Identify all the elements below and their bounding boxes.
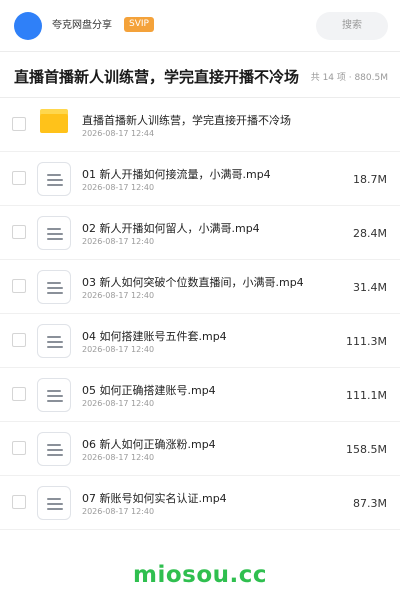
file-name: 03 新人如何突破个位数直播间，小满哥.mp4 bbox=[82, 276, 304, 289]
list-item[interactable]: 07 新账号如何实名认证.mp4 2026-08-17 12:40 87.3M bbox=[0, 476, 400, 530]
row-checkbox[interactable] bbox=[12, 441, 26, 455]
list-item[interactable]: 03 新人如何突破个位数直播间，小满哥.mp4 2026-08-17 12:40… bbox=[0, 260, 400, 314]
file-date: 2026-08-17 12:40 bbox=[82, 399, 155, 408]
file-date: 2026-08-17 12:40 bbox=[82, 453, 155, 462]
avatar[interactable] bbox=[14, 12, 42, 40]
list-item[interactable]: 04 如何搭建账号五件套.mp4 2026-08-17 12:40 111.3M bbox=[0, 314, 400, 368]
list-item[interactable]: 06 新人如何正确涨粉.mp4 2026-08-17 12:40 158.5M bbox=[0, 422, 400, 476]
row-checkbox[interactable] bbox=[12, 171, 26, 185]
file-date: 2026-08-17 12:40 bbox=[82, 507, 155, 516]
svip-badge: SVIP bbox=[124, 17, 154, 32]
file-name: 直播首播新人训练营，学完直接开播不冷场 bbox=[82, 114, 291, 127]
file-name: 05 如何正确搭建账号.mp4 bbox=[82, 384, 216, 397]
row-checkbox[interactable] bbox=[12, 495, 26, 509]
file-date: 2026-08-17 12:40 bbox=[82, 291, 155, 300]
row-checkbox[interactable] bbox=[12, 333, 26, 347]
search-input[interactable]: 搜索 bbox=[316, 12, 388, 40]
row-checkbox[interactable] bbox=[12, 225, 26, 239]
folder-icon bbox=[40, 109, 68, 133]
file-size: 87.3M bbox=[353, 497, 387, 510]
list-item[interactable]: 05 如何正确搭建账号.mp4 2026-08-17 12:40 111.1M bbox=[0, 368, 400, 422]
video-file-icon bbox=[37, 324, 71, 358]
page-title: 直播首播新人训练营，学完直接开播不冷场 bbox=[14, 68, 300, 86]
file-date: 2026-08-17 12:44 bbox=[82, 129, 155, 138]
brand-name: 夸克网盘分享 bbox=[52, 20, 112, 31]
file-date: 2026-08-17 12:40 bbox=[82, 237, 155, 246]
list-item[interactable]: 01 新人开播如何接流量，小满哥.mp4 2026-08-17 12:40 18… bbox=[0, 152, 400, 206]
video-file-icon bbox=[37, 486, 71, 520]
header-bar: 夸克网盘分享 SVIP 搜索 bbox=[0, 0, 400, 52]
file-date: 2026-08-17 12:40 bbox=[82, 183, 155, 192]
file-name: 02 新人开播如何留人，小满哥.mp4 bbox=[82, 222, 260, 235]
video-file-icon bbox=[37, 162, 71, 196]
site-watermark: miosou.cc bbox=[132, 562, 268, 588]
file-size: 28.4M bbox=[353, 227, 387, 240]
row-checkbox[interactable] bbox=[12, 117, 26, 131]
file-name: 01 新人开播如何接流量，小满哥.mp4 bbox=[82, 168, 271, 181]
file-size: 111.1M bbox=[346, 389, 387, 402]
row-checkbox[interactable] bbox=[12, 279, 26, 293]
row-checkbox[interactable] bbox=[12, 387, 26, 401]
file-size: 158.5M bbox=[346, 443, 387, 456]
video-file-icon bbox=[37, 432, 71, 466]
video-file-icon bbox=[37, 378, 71, 412]
file-name: 04 如何搭建账号五件套.mp4 bbox=[82, 330, 227, 343]
video-file-icon bbox=[37, 270, 71, 304]
file-date: 2026-08-17 12:40 bbox=[82, 345, 155, 354]
video-file-icon bbox=[37, 216, 71, 250]
list-item[interactable]: 02 新人开播如何留人，小满哥.mp4 2026-08-17 12:40 28.… bbox=[0, 206, 400, 260]
file-name: 07 新账号如何实名认证.mp4 bbox=[82, 492, 227, 505]
file-name: 06 新人如何正确涨粉.mp4 bbox=[82, 438, 216, 451]
item-count-size: 共 14 项 · 880.5M bbox=[310, 73, 388, 83]
title-bar: 直播首播新人训练营，学完直接开播不冷场 共 14 项 · 880.5M bbox=[0, 52, 400, 98]
list-item[interactable]: 直播首播新人训练营，学完直接开播不冷场 2026-08-17 12:44 bbox=[0, 98, 400, 152]
share-page: 夸克网盘分享 SVIP 搜索 直播首播新人训练营，学完直接开播不冷场 共 14 … bbox=[0, 0, 400, 600]
file-size: 31.4M bbox=[353, 281, 387, 294]
file-list: 直播首播新人训练营，学完直接开播不冷场 2026-08-17 12:44 01 … bbox=[0, 98, 400, 530]
file-size: 18.7M bbox=[353, 173, 387, 186]
file-size: 111.3M bbox=[346, 335, 387, 348]
